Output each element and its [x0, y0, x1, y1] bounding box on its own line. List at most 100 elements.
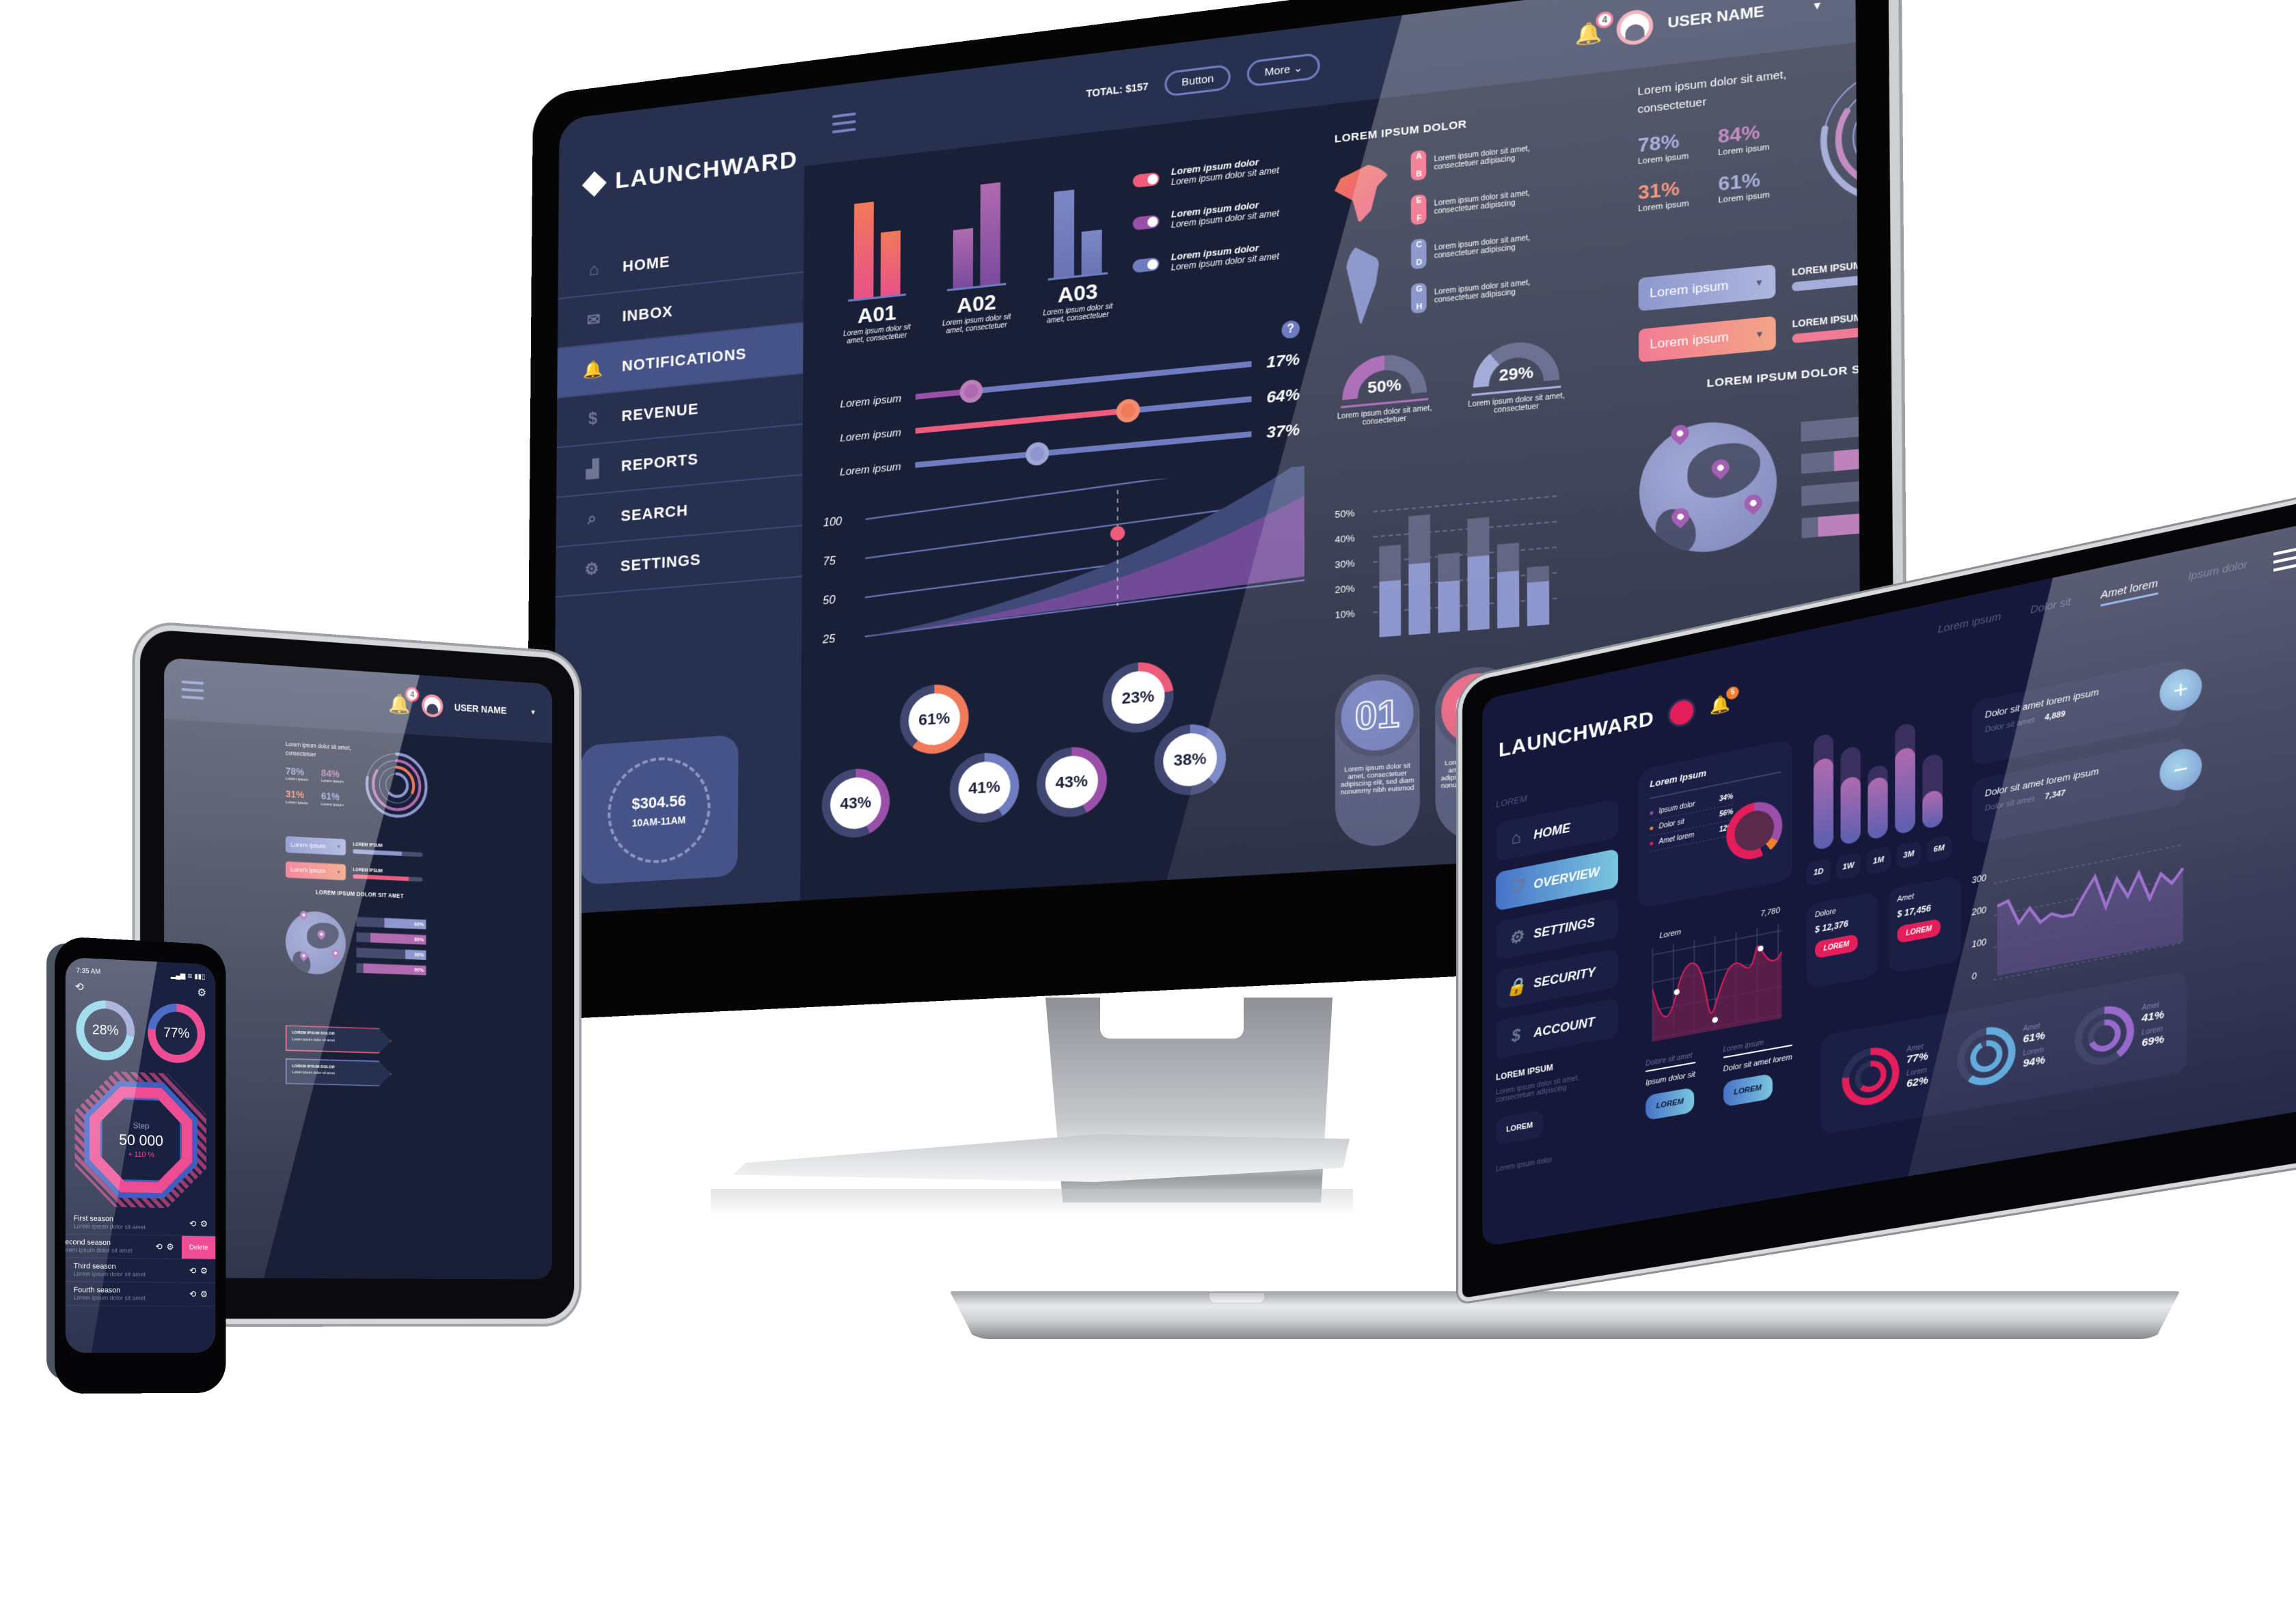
- lorem-button[interactable]: LOREM: [1723, 1073, 1773, 1108]
- laptop-nav: ⌂ HOME ⛉ OVERVIEW ⚙ SETTINGS 🔒 SECURITY $ ACCOUNT: [1496, 798, 1619, 1060]
- period-6m[interactable]: 6M: [1926, 834, 1952, 864]
- bar-value: 30%: [414, 951, 424, 958]
- map-legend-row: C D Lorem ipsum dolor sit amet, consectet…: [1410, 217, 1630, 270]
- progress-bar: [353, 874, 423, 882]
- stat-item: 78% Lorem ipsum: [286, 765, 318, 783]
- history-icon[interactable]: ⟲: [189, 1289, 196, 1300]
- history-icon[interactable]: ⟲: [189, 1265, 196, 1276]
- history-icon[interactable]: ⟲: [189, 1218, 196, 1229]
- arrow-card[interactable]: LOREM IPSUM DOLORLorem ipsum dolor sit a…: [286, 1025, 392, 1054]
- gear-icon[interactable]: ⚙: [200, 1265, 208, 1276]
- bar-group-label: A02: [957, 290, 996, 318]
- brand-name[interactable]: LAUNCHWARD: [1499, 706, 1654, 763]
- list-item-actions: ⟲ ⚙: [189, 1265, 208, 1276]
- y-tick-label: 100: [1971, 937, 1986, 950]
- toggle-switch[interactable]: [1132, 256, 1160, 273]
- gear-icon[interactable]: ⚙: [166, 1241, 174, 1252]
- line-chart: 300 200 100 0: [1971, 825, 2187, 982]
- gear-icon[interactable]: ⚙: [200, 1289, 208, 1300]
- link-label[interactable]: Dolore sit amet: [1645, 1051, 1695, 1073]
- delete-button[interactable]: Delete: [181, 1235, 216, 1259]
- toggle-switch[interactable]: [1132, 171, 1160, 188]
- select-dropdown[interactable]: Lorem ipsum ▼: [285, 836, 346, 855]
- arrow-card[interactable]: LOREM IPSUM DOLORLorem ipsum dolor sit a…: [286, 1058, 392, 1087]
- schedule-widget[interactable]: $304.56 10AM-11AM: [579, 734, 739, 885]
- tablet-user-menu[interactable]: 🔔 4 USER NAME ▼: [388, 686, 536, 724]
- list-item-actions: ⟲ ⚙: [189, 1289, 208, 1300]
- slider-handle[interactable]: [1026, 441, 1050, 467]
- notification-bell-icon[interactable]: 🔔 4: [1575, 10, 1614, 47]
- history-icon[interactable]: ⟲: [155, 1241, 162, 1252]
- chart-icon: ▟: [586, 458, 600, 480]
- hamburger-menu-icon[interactable]: [181, 681, 204, 700]
- more-dropdown[interactable]: More ⌄: [1247, 52, 1321, 87]
- notification-bell-icon[interactable]: 🔔 5: [1710, 685, 1739, 717]
- phone-progress-rings: 28% 77%: [66, 999, 216, 1065]
- list-item[interactable]: Fourth season Lorem ipsum dolor sit amet ⟲…: [65, 1282, 216, 1307]
- user-menu[interactable]: 🔔 4 USER NAME ▼: [1575, 0, 1823, 52]
- toggle-switch[interactable]: [1132, 214, 1160, 230]
- money-action-button[interactable]: LOREM: [1897, 918, 1941, 944]
- chevron-down-icon[interactable]: ▼: [530, 709, 536, 716]
- ring-values: Amet 61% Lorem 94%: [2023, 1021, 2045, 1074]
- chevron-down-icon[interactable]: ▼: [1812, 0, 1823, 12]
- column-front: [1840, 775, 1861, 846]
- region-text: Lorem ipsum dolor sit amet, consectetuer…: [1434, 278, 1531, 305]
- notification-bell-icon[interactable]: 🔔 4: [388, 686, 420, 715]
- arrow-card-title: LOREM IPSUM DOLOR: [292, 1030, 335, 1036]
- primary-button[interactable]: Button: [1164, 64, 1231, 97]
- help-icon[interactable]: ?: [1281, 320, 1300, 340]
- slider-handle[interactable]: [959, 379, 983, 404]
- select-dropdown[interactable]: Lorem ipsum ▼: [1638, 316, 1776, 363]
- period-3m[interactable]: 3M: [1896, 840, 1922, 870]
- progress-ring: 77%: [148, 1002, 206, 1065]
- percent-donuts: 43% 61% 41% 43% 23% 38%: [815, 650, 1312, 857]
- stats-section: Lorem ipsum dolor sit amet, consectetuer…: [1637, 45, 1861, 213]
- step-value: 50 000: [119, 1131, 163, 1150]
- select-dropdown[interactable]: Lorem ipsum ▼: [1638, 264, 1776, 312]
- legend-dot: [1650, 841, 1654, 846]
- avatar[interactable]: [1616, 8, 1654, 47]
- toggle-item: Lorem ipsum dolor Lorem ipsum dolor sit a…: [1132, 154, 1279, 191]
- avatar[interactable]: [1667, 696, 1696, 730]
- bar: [980, 182, 1001, 286]
- history-icon[interactable]: ⟲: [74, 980, 83, 994]
- phone-screen: 7:35 AM ▂▄▆ ≋ ▮▮▯ ⟲ ⚙ 28% 77% Step 50 000…: [65, 957, 216, 1353]
- list-item[interactable]: First season Lorem ipsum dolor sit amet ⟲ ⚙: [65, 1210, 216, 1237]
- numbered-card[interactable]: 01 Lorem ipsum dolor sit amet, consectetu…: [1335, 671, 1420, 849]
- region-text: Lorem ipsum dolor sit amet, consectetuer…: [1434, 234, 1531, 261]
- select-dropdown[interactable]: Lorem ipsum ▼: [285, 861, 346, 881]
- y-tick-label: 30%: [1335, 558, 1354, 571]
- sidebar-item-security[interactable]: 🔒 SECURITY: [1496, 948, 1619, 1010]
- lorem-button[interactable]: LOREM: [1645, 1087, 1695, 1121]
- total-amount: TOTAL: $157: [1086, 80, 1149, 100]
- sidebar-lorem-button[interactable]: LOREM: [1496, 1110, 1544, 1146]
- logo[interactable]: LAUNCHWARD: [582, 146, 798, 198]
- notification-badge: 4: [1596, 10, 1614, 29]
- marker-point[interactable]: [1110, 525, 1125, 542]
- period-1m[interactable]: 1M: [1866, 846, 1891, 875]
- period-1d[interactable]: 1D: [1806, 857, 1831, 887]
- bell-icon: 🔔: [583, 359, 604, 380]
- donut-value: 61%: [908, 691, 961, 747]
- list-item[interactable]: Second season Lorem ipsum dolor sit amet ⟲…: [65, 1233, 216, 1260]
- arrow-cards: LOREM IPSUM DOLORLorem ipsum dolor sit a…: [286, 1025, 392, 1086]
- slider-handle[interactable]: [1117, 398, 1140, 424]
- gear-icon[interactable]: ⚙: [197, 986, 206, 1000]
- slider-value: 64%: [1266, 385, 1300, 407]
- hamburger-menu-icon[interactable]: [2273, 547, 2296, 577]
- legend-value: 56%: [1719, 808, 1734, 819]
- bar-group: A01 Lorem ipsum dolor sit amet, consectet…: [838, 189, 916, 346]
- bar: [1054, 189, 1075, 278]
- clock: 7:35 AM: [76, 967, 101, 976]
- period-1w[interactable]: 1W: [1836, 852, 1861, 881]
- sidebar-item-account[interactable]: $ ACCOUNT: [1496, 998, 1619, 1060]
- avatar[interactable]: [422, 693, 443, 718]
- y-tick-label: 40%: [1335, 532, 1354, 545]
- hamburger-menu-icon[interactable]: [832, 112, 856, 134]
- horizontal-bar: 60%: [356, 916, 426, 930]
- money-action-button[interactable]: LOREM: [1815, 933, 1858, 959]
- list-item[interactable]: Third season Lorem ipsum dolor sit amet ⟲ ⚙: [65, 1258, 216, 1284]
- toggle-item: Lorem ipsum dolor Lorem ipsum dolor sit a…: [1132, 240, 1279, 277]
- gear-icon[interactable]: ⚙: [200, 1219, 208, 1230]
